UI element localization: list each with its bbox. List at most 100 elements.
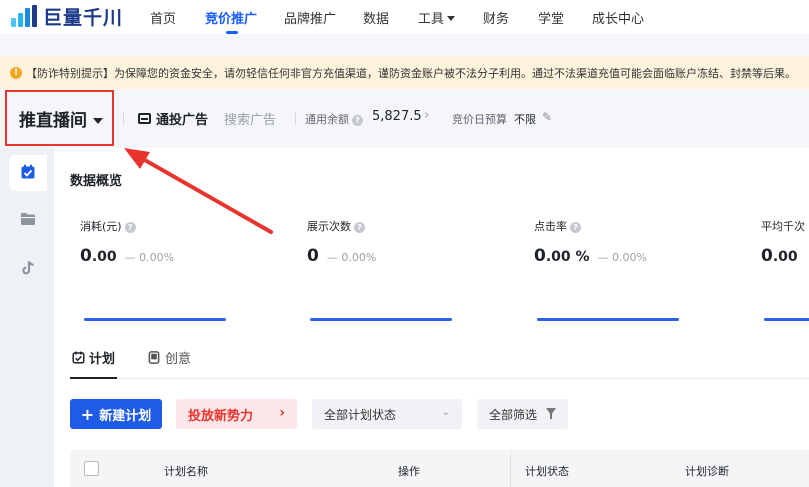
promo-label: 投放新势力 (188, 408, 254, 424)
metric-change-value: 0.00% (341, 251, 377, 264)
metric-value-dec: .00 % (545, 249, 590, 265)
metric-ctr[interactable]: 点击率? 0.00 % — 0.00% (534, 218, 679, 321)
metric-value-int: 0 (761, 246, 773, 266)
all-filters-button[interactable]: 全部筛选 (477, 399, 568, 429)
calendar-check-icon (72, 351, 85, 364)
search-ad-tab[interactable]: 搜索广告 (224, 109, 276, 128)
caret-down-icon (93, 118, 103, 124)
douyin-icon[interactable] (20, 260, 36, 276)
account-header: 推直播间 通投广告 搜索广告 通用余额? 5,827.5 › 竞价日预算 不限 … (0, 90, 809, 147)
fraud-notice-text: 【防诈特别提示】为保障您的资金安全，请勿轻信任何非官方充值渠道，谨防资金账户被不… (26, 66, 796, 80)
metric-label: 点击率? (534, 218, 581, 234)
nav-bidding-promotion[interactable]: 竞价推广 (205, 8, 257, 27)
tab-active-indicator (70, 377, 117, 379)
nav-brand-promotion[interactable]: 品牌推广 (284, 8, 336, 27)
folder-icon[interactable] (20, 211, 36, 227)
plus-icon: + (80, 404, 95, 424)
metric-cost[interactable]: 消耗(元)? 0.00 — 0.00% (80, 218, 226, 321)
general-ad-tab[interactable]: 通投广告 (138, 109, 208, 128)
metric-value: 0 — 0.00% (307, 246, 376, 266)
metric-change-value: 0.00% (139, 251, 175, 264)
metric-label-text: 展示次数 (307, 220, 351, 233)
metric-value: 0.00 % — 0.00% (534, 246, 647, 266)
metric-change: — 0.00% (124, 251, 175, 264)
plan-status-select[interactable]: 全部计划状态 ⌄ (312, 399, 462, 429)
metric-trend-line (84, 318, 226, 321)
ad-type-icon (138, 113, 151, 124)
col-plan-diagnosis[interactable]: 计划诊断 (685, 463, 729, 479)
chevron-down-icon (447, 16, 456, 21)
col-plan-name[interactable]: 计划名称 (164, 463, 208, 479)
col-actions: 操作 (398, 465, 420, 478)
help-icon[interactable]: ? (570, 222, 581, 233)
marketing-goal-select[interactable]: 推直播间 (19, 106, 103, 131)
metric-trend-line (537, 318, 679, 321)
tab-plan[interactable]: 计划 (72, 348, 115, 367)
logo-mark-icon (9, 4, 39, 29)
metric-value: 0.00 — 0.00% (80, 246, 174, 266)
metric-label-text: 消耗(元) (80, 220, 122, 233)
balance-label: 通用余额? (305, 111, 363, 127)
tab-creative-label: 创意 (165, 352, 192, 367)
metric-value: 0.00 (761, 246, 798, 266)
tab-creative[interactable]: 创意 (148, 348, 191, 367)
metric-trend-line (764, 318, 809, 321)
logo-text: 巨量千川 (43, 7, 124, 29)
tab-divider (70, 378, 809, 379)
promo-button[interactable]: 投放新势力 › (176, 399, 297, 429)
daily-budget-label: 竞价日预算 (452, 113, 507, 126)
nav-active-indicator (226, 31, 238, 34)
metric-label: 展示次数? (307, 218, 365, 234)
balance-label-text: 通用余额 (305, 113, 349, 126)
tab-plan-label: 计划 (89, 352, 116, 367)
nav-home[interactable]: 首页 (150, 8, 176, 27)
help-icon[interactable]: ? (354, 222, 365, 233)
nav-academy[interactable]: 学堂 (538, 8, 564, 27)
balance-value: 5,827.5 (372, 109, 422, 124)
divider (123, 111, 124, 125)
chevron-right-icon[interactable]: › (424, 108, 429, 123)
new-plan-label: 新建计划 (99, 408, 152, 424)
nav-data[interactable]: 数据 (363, 8, 389, 27)
metric-trend-line (310, 318, 452, 321)
warning-icon: ! (10, 66, 22, 79)
metric-value-int: 0 (80, 246, 92, 266)
column-divider (510, 450, 511, 487)
metric-impressions[interactable]: 展示次数? 0 — 0.00% (307, 218, 452, 321)
metric-change: — 0.00% (597, 251, 647, 264)
marketing-goal-label: 推直播间 (19, 111, 87, 131)
metric-value-int: 0 (307, 246, 319, 266)
top-nav: 巨量千川 首页 竞价推广 品牌推广 数据 工具 财务 学堂 成长中心 (0, 0, 809, 34)
help-icon[interactable]: ? (124, 222, 136, 233)
nav-tools[interactable]: 工具 (418, 8, 456, 27)
metric-label: 平均千次 (761, 220, 805, 233)
daily-budget-value: 不限 (514, 113, 536, 126)
plan-status-value: 全部计划状态 (324, 407, 397, 422)
metric-value-dec: .00 (772, 249, 798, 265)
nav-growth-center[interactable]: 成长中心 (592, 8, 644, 27)
nav-finance[interactable]: 财务 (483, 8, 509, 27)
overview-title: 数据概览 (70, 174, 123, 189)
divider (295, 111, 296, 125)
main-panel: 数据概览 消耗(元)? 0.00— 0.00% 展示次数? 0— 0.00% 点… (54, 148, 809, 487)
filter-icon (546, 408, 556, 419)
col-plan-status[interactable]: 计划状态 (525, 463, 569, 479)
select-all-checkbox[interactable] (84, 461, 99, 476)
metric-value-int: 0 (534, 246, 546, 266)
metric-avg-cpm[interactable]: 平均千次 0.00 (761, 218, 809, 328)
metric-change-value: 0.00% (612, 251, 647, 264)
general-ad-label: 通投广告 (156, 113, 209, 128)
phone-icon (148, 351, 160, 364)
nav-tools-label: 工具 (418, 12, 445, 27)
metric-change: — 0.00% (326, 251, 377, 264)
help-icon[interactable]: ? (352, 115, 363, 126)
sidebar (0, 148, 54, 487)
fraud-notice-bar: ! 【防诈特别提示】为保障您的资金安全，请勿轻信任何非官方充值渠道，谨防资金账户… (0, 56, 809, 89)
metric-value-dec: .00 (91, 249, 117, 265)
all-filters-label: 全部筛选 (489, 407, 538, 422)
chevron-down-icon: ⌄ (441, 407, 450, 418)
calendar-check-icon[interactable] (20, 164, 36, 180)
new-plan-button[interactable]: + 新建计划 (70, 399, 162, 429)
logo[interactable]: 巨量千川 (9, 3, 123, 30)
edit-icon[interactable]: ✎ (542, 110, 552, 124)
